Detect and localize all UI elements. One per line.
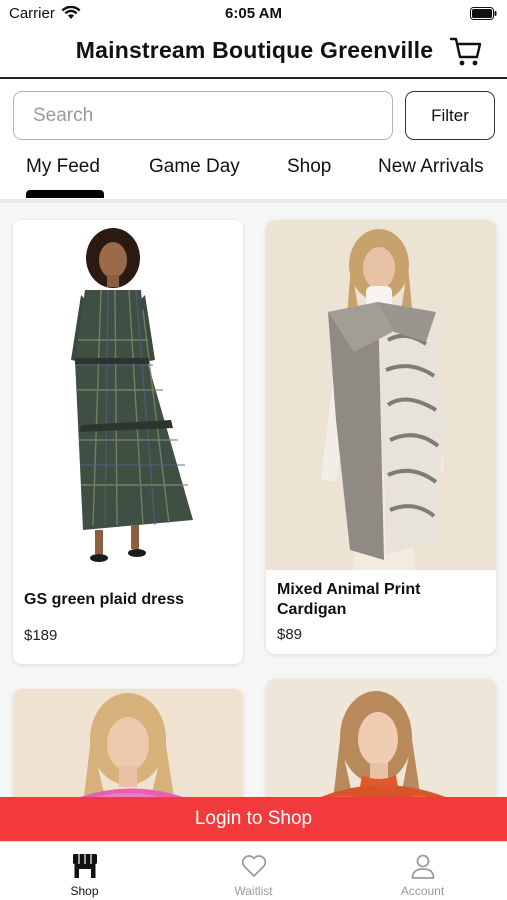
nav-label: Shop [70,884,99,898]
tab-game-day[interactable]: Game Day [149,156,240,178]
cart-icon[interactable] [449,35,483,67]
bottom-navigation: Shop Waitlist Account [0,841,507,900]
product-image [13,689,243,797]
search-input[interactable] [13,91,393,140]
tab-my-feed[interactable]: My Feed [26,156,100,178]
app-header: Mainstream Boutique Greenville [0,30,507,79]
product-image [266,679,496,797]
nav-account[interactable]: Account [338,842,507,900]
product-card[interactable] [13,689,243,797]
active-tab-indicator [26,190,104,198]
product-image [266,220,496,570]
filter-button[interactable]: Filter [405,91,495,140]
nav-label: Account [400,884,445,898]
person-icon [411,854,435,879]
battery-icon [470,7,497,20]
product-card[interactable]: Mixed Animal Print Cardigan $89 [266,220,496,654]
clock: 6:05 AM [225,5,282,22]
nav-waitlist[interactable]: Waitlist [169,842,338,900]
login-to-shop-button[interactable]: Login to Shop [0,797,507,841]
product-grid: GS green plaid dress $189 Mixed Animal P… [0,203,507,797]
heart-icon [241,855,267,877]
store-icon [73,854,97,878]
product-price: $189 [24,627,58,644]
page-title: Mainstream Boutique Greenville [75,37,434,63]
nav-shop[interactable]: Shop [0,842,169,900]
product-image [13,220,243,570]
status-bar: Carrier 6:05 AM [0,0,507,30]
category-tabs: My Feed Game Day Shop New Arrivals [0,148,507,202]
nav-label: Waitlist [234,884,273,898]
product-name: GS green plaid dress [24,591,185,608]
product-price: $89 [277,626,303,643]
product-card[interactable] [266,679,496,797]
tab-new-arrivals[interactable]: New Arrivals [378,156,484,178]
tab-shop[interactable]: Shop [287,156,331,178]
product-name: Mixed Animal Print Cardigan [277,581,421,618]
product-card[interactable]: GS green plaid dress $189 [13,220,243,664]
